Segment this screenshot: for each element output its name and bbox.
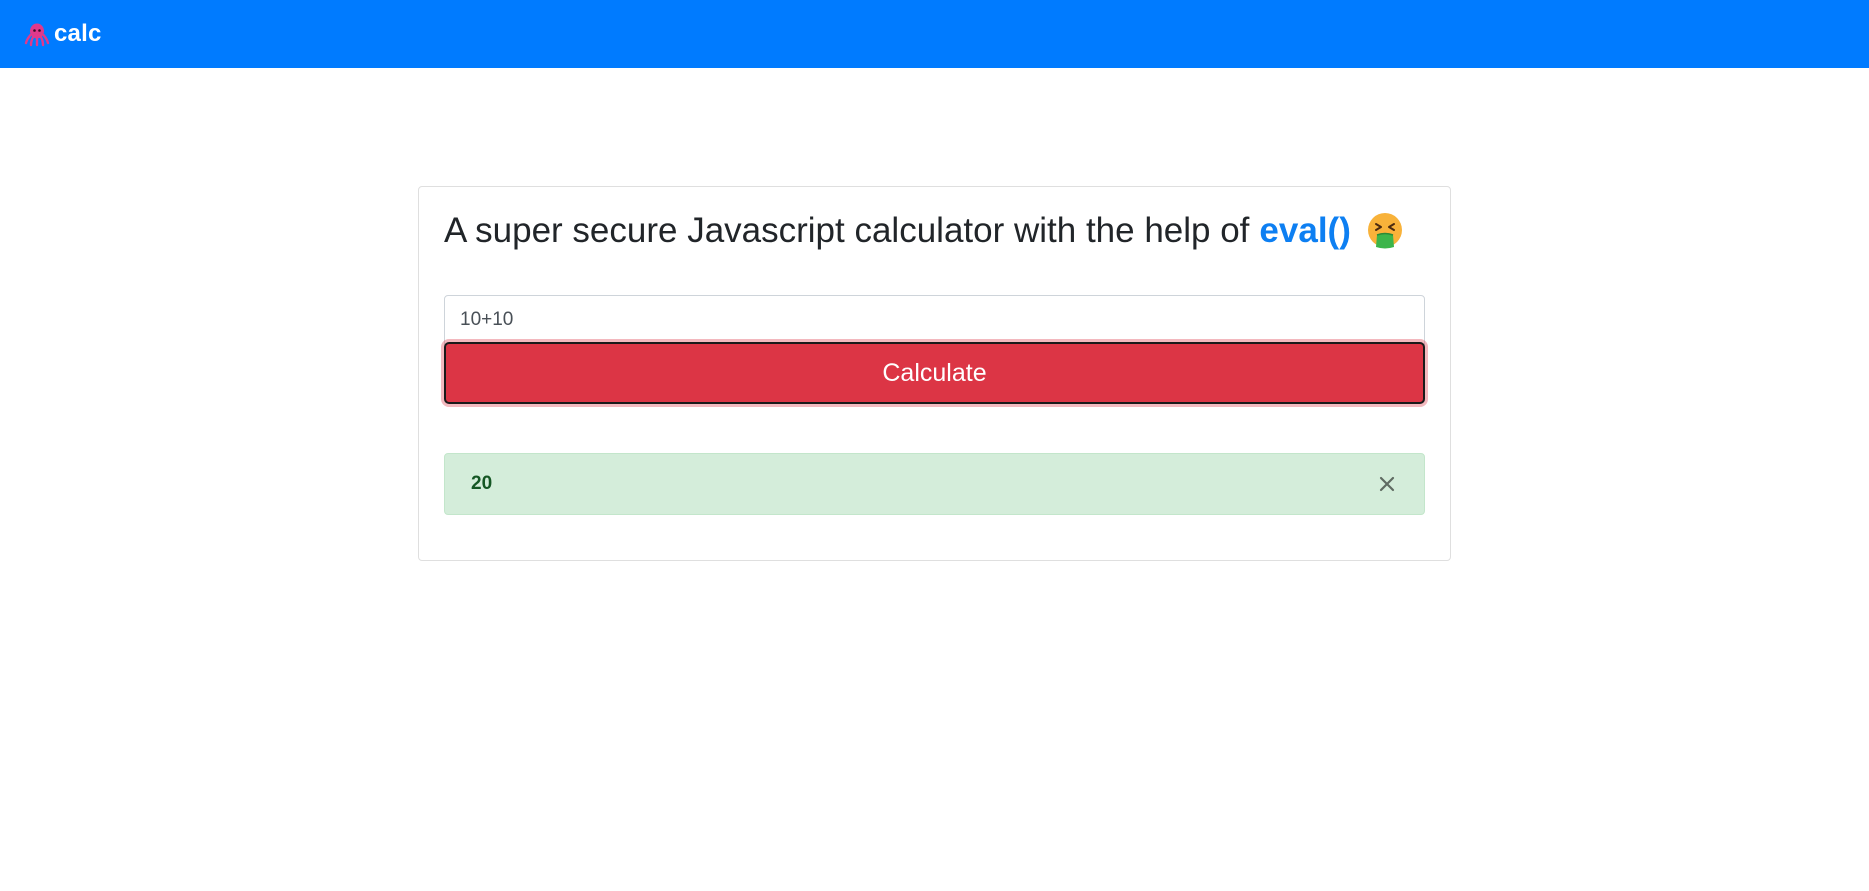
calculator-card: A super secure Javascript calculator wit… [418, 186, 1451, 561]
close-icon[interactable] [1376, 473, 1398, 495]
vomiting-face-icon [1365, 211, 1405, 251]
navbar: calc [0, 0, 1869, 68]
expression-input[interactable] [444, 295, 1425, 345]
page-title: A super secure Javascript calculator wit… [444, 211, 1405, 251]
result-alert: 20 [444, 453, 1425, 515]
brand-link[interactable]: calc [24, 20, 102, 48]
result-value: 20 [471, 473, 493, 494]
eval-highlight: eval() [1259, 211, 1351, 250]
octopus-icon [24, 21, 50, 47]
calculate-button[interactable]: Calculate [444, 342, 1425, 404]
page-title-text: A super secure Javascript calculator wit… [444, 211, 1250, 250]
brand-label: calc [54, 20, 102, 47]
